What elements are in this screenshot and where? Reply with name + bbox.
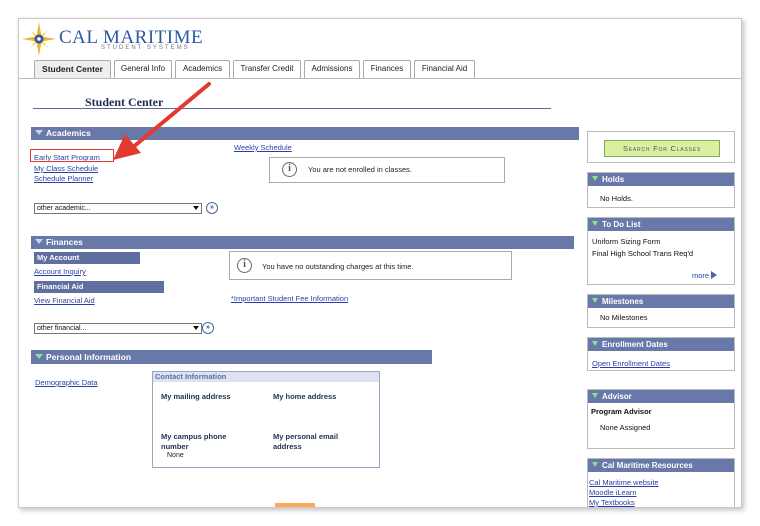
moodle-ilearn-link[interactable]: Moodle iLearn [589,488,637,497]
more-label: more [692,271,710,280]
financial-go-button[interactable]: » [202,322,214,334]
not-enrolled-text: You are not enrolled in classes. [308,165,412,174]
resources-header[interactable]: Cal Maritime Resources [588,459,734,472]
tab-academics[interactable]: Academics [175,60,230,78]
collapse-icon [592,341,598,346]
schedule-planner-link[interactable]: Schedule Planner [34,174,93,183]
holds-header-label: Holds [602,175,625,184]
todo-more-link[interactable]: more [692,271,718,280]
tab-transfer-credit[interactable]: Transfer Credit [233,60,301,78]
collapse-icon [592,298,598,303]
advisor-panel: Advisor Program Advisor None Assigned [587,389,735,449]
program-advisor-label: Program Advisor [591,407,652,416]
no-charges-message: i You have no outstanding charges at thi… [229,251,512,280]
chevron-down-icon [193,326,199,330]
collapse-icon [592,176,598,181]
info-icon: i [237,258,252,273]
no-charges-text: You have no outstanding charges at this … [262,262,414,271]
view-financial-aid-link[interactable]: View Financial Aid [34,296,95,305]
tab-admissions[interactable]: Admissions [304,60,360,78]
finances-section-header[interactable]: Finances [31,236,574,249]
account-inquiry-link[interactable]: Account Inquiry [34,267,86,276]
enrollment-dates-header[interactable]: Enrollment Dates [588,338,734,351]
other-academic-select[interactable]: other academic... [34,203,202,214]
personal-info-section-header[interactable]: Personal Information [31,350,432,364]
collapse-icon [35,354,43,359]
red-arrow-icon [113,82,211,160]
tab-general-info[interactable]: General Info [114,60,172,78]
contact-information-box: Contact Information My mailing address M… [152,371,380,468]
my-textbooks-link[interactable]: My Textbooks [589,498,635,507]
scroll-indicator [275,503,315,507]
tab-finances[interactable]: Finances [363,60,411,78]
highlight-box [30,149,114,162]
tab-financial-aid[interactable]: Financial Aid [414,60,475,78]
brand-tagline: STUDENT SYSTEMS [101,45,190,51]
todo-header-label: To Do List [602,220,641,229]
financial-aid-header: Financial Aid [34,281,164,293]
other-academic-value: other academic... [37,205,91,212]
holds-header[interactable]: Holds [588,173,734,186]
collapse-icon [592,462,598,467]
milestones-header[interactable]: Milestones [588,295,734,308]
mailing-address-label[interactable]: My mailing address [161,392,261,402]
home-address-label[interactable]: My home address [273,392,373,402]
personal-info-header-label: Personal Information [46,352,132,362]
advisor-header[interactable]: Advisor [588,390,734,403]
search-for-classes-button[interactable]: Search For Classes [604,140,720,157]
resources-panel: Cal Maritime Resources Cal Maritime webs… [587,458,735,507]
collapse-icon [592,393,598,398]
enrollment-dates-panel: Enrollment Dates Open Enrollment Dates [587,337,735,371]
tab-student-center[interactable]: Student Center [34,60,111,78]
other-financial-select[interactable]: other financial... [34,323,202,334]
advisor-value: None Assigned [600,423,651,432]
milestones-header-label: Milestones [602,297,644,306]
header: CAL MARITIME STUDENT SYSTEMS [19,19,741,59]
resources-header-label: Cal Maritime Resources [602,461,693,470]
holds-panel: Holds No Holds. [587,172,735,208]
student-fee-info-link[interactable]: *Important Student Fee Information [231,294,348,303]
search-panel: Search For Classes [587,131,735,163]
todo-item[interactable]: Uniform Sizing Form [592,237,660,246]
contact-information-header: Contact Information [153,372,379,382]
collapse-icon [592,221,598,226]
other-financial-value: other financial... [37,325,87,332]
todo-header[interactable]: To Do List [588,218,734,231]
todo-item[interactable]: Final High School Trans Req'd [592,249,693,258]
academics-header-label: Academics [46,128,91,138]
play-arrow-icon [711,271,718,279]
tab-bar: Student Center General Info Academics Tr… [19,59,741,79]
finances-header-label: Finances [46,237,83,247]
not-enrolled-message: i You are not enrolled in classes. [269,157,505,183]
chevron-down-icon [193,206,199,210]
milestones-panel: Milestones No Milestones [587,294,735,328]
info-icon: i [282,162,297,177]
cal-maritime-website-link[interactable]: Cal Maritime website [589,478,659,487]
open-enrollment-dates-link[interactable]: Open Enrollment Dates [592,359,670,368]
collapse-icon [35,239,43,244]
student-center-window: CAL MARITIME STUDENT SYSTEMS Student Cen… [18,18,742,508]
milestones-text: No Milestones [600,313,648,322]
personal-email-label[interactable]: My personal email address [273,432,361,452]
enrollment-dates-header-label: Enrollment Dates [602,340,668,349]
campus-phone-value: None [167,452,184,459]
holds-text: No Holds. [600,194,633,203]
academic-go-button[interactable]: » [206,202,218,214]
my-account-header: My Account [34,252,140,264]
compass-star-logo-icon [22,22,56,56]
my-class-schedule-link[interactable]: My Class Schedule [34,164,98,173]
collapse-icon [35,130,43,135]
campus-phone-label[interactable]: My campus phone number [161,432,246,452]
demographic-data-link[interactable]: Demographic Data [35,378,98,387]
weekly-schedule-link[interactable]: Weekly Schedule [234,143,292,152]
todo-panel: To Do List Uniform Sizing Form Final Hig… [587,217,735,285]
advisor-header-label: Advisor [602,392,632,401]
